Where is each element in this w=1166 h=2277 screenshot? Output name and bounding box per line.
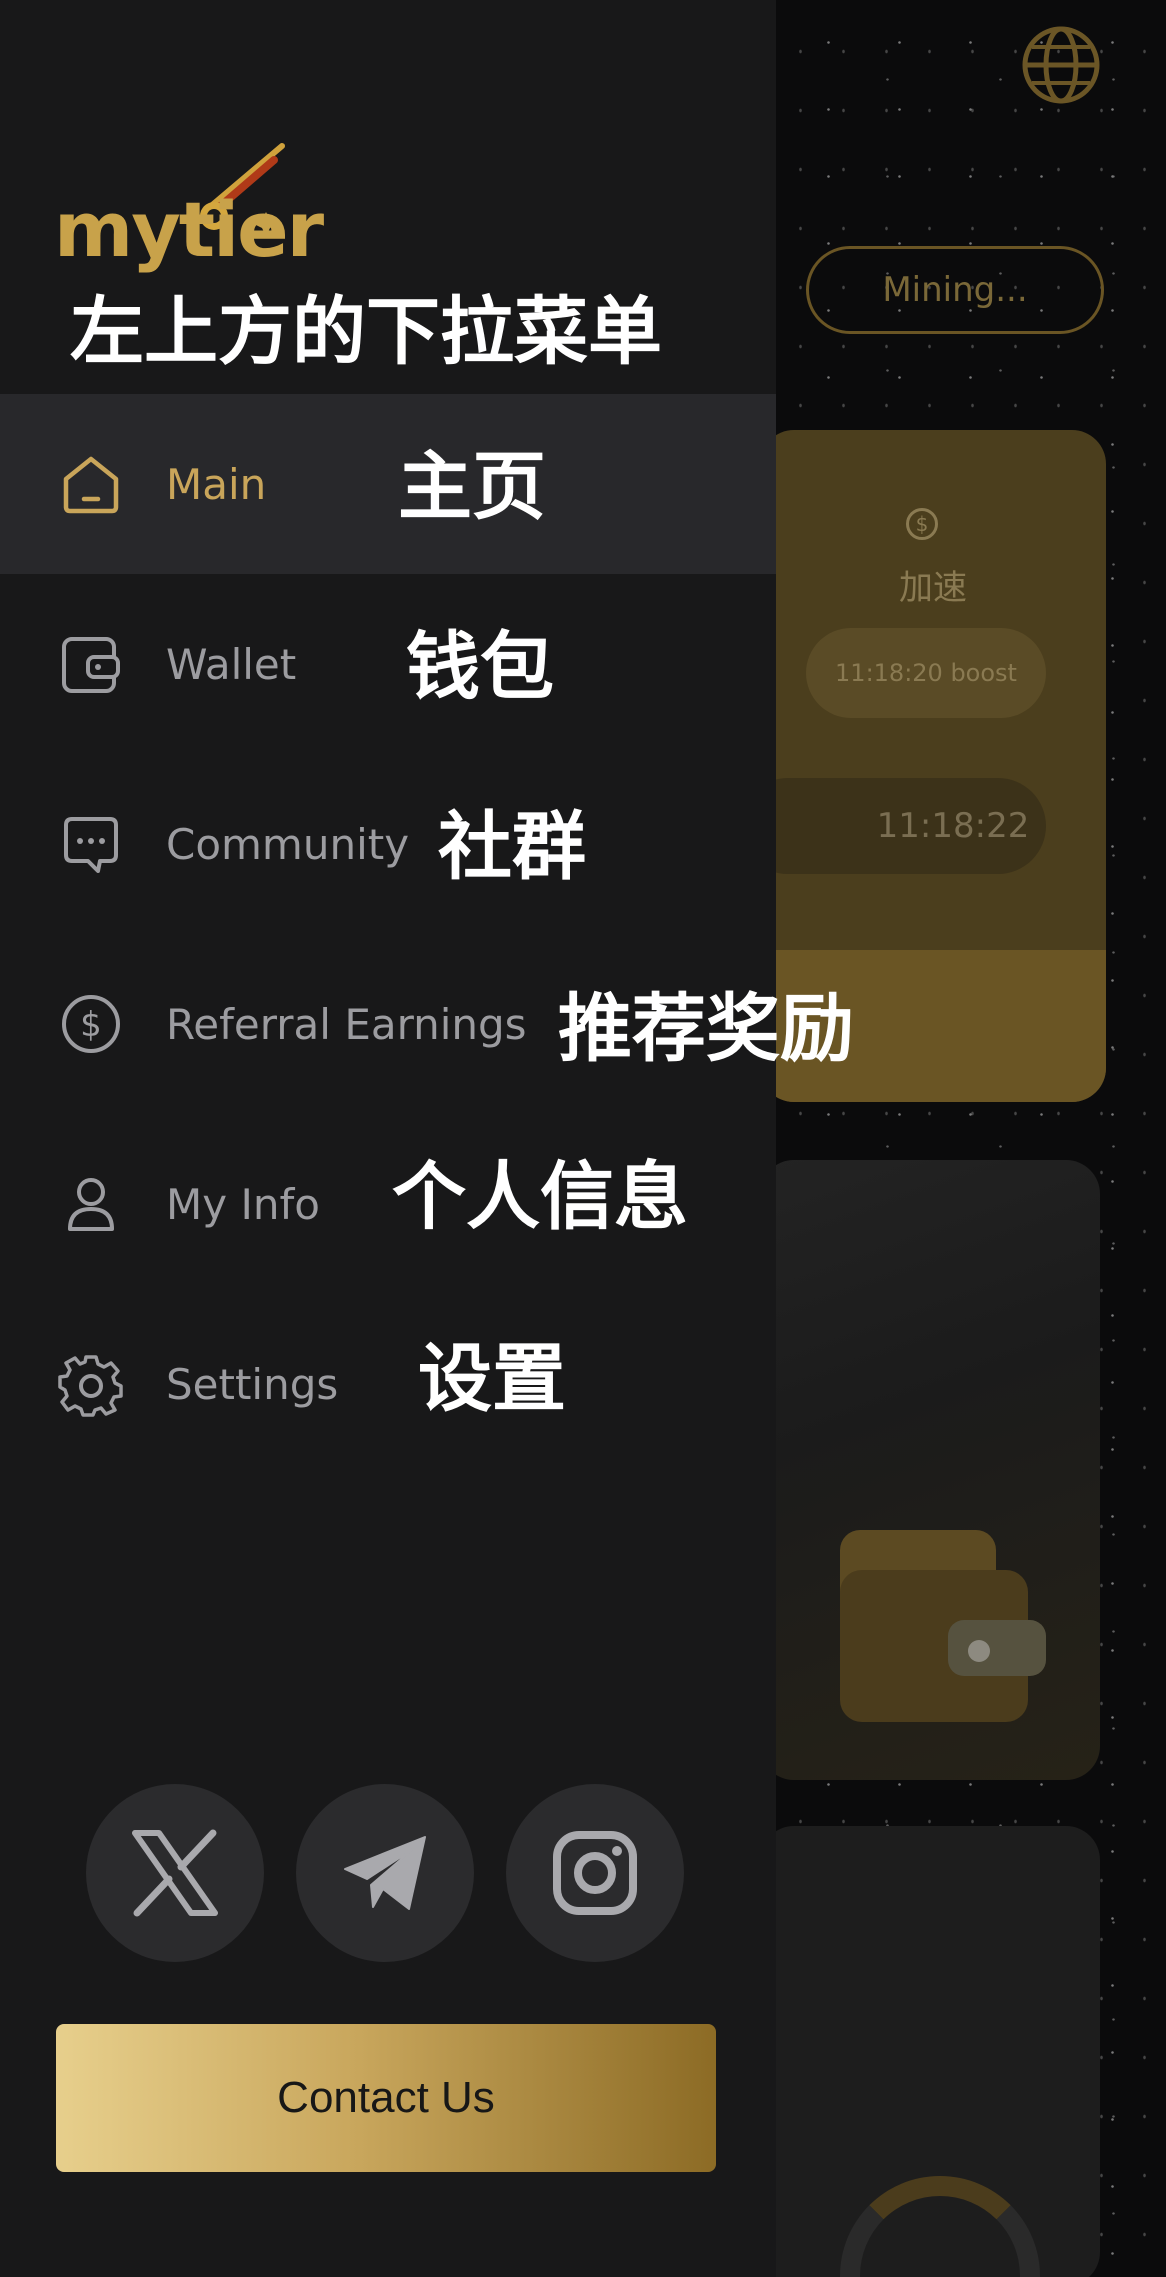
wallet-icon xyxy=(62,637,120,693)
menu-item-community[interactable]: Community 社群 xyxy=(0,754,776,934)
logo-text: mytier xyxy=(54,185,324,274)
wallet-illustration xyxy=(840,1530,1046,1722)
instagram-social-button[interactable] xyxy=(506,1784,684,1962)
contact-us-button[interactable]: Contact Us xyxy=(56,2024,716,2172)
wallet-card[interactable] xyxy=(760,1160,1100,1780)
menu-annotation-wallet: 钱包 xyxy=(406,624,554,710)
telegram-social-button[interactable] xyxy=(296,1784,474,1962)
x-social-button[interactable] xyxy=(86,1784,264,1962)
menu-annotation-my-info: 个人信息 xyxy=(392,1154,688,1240)
countdown-timer: 11:18:22 xyxy=(760,778,1046,874)
globe-icon[interactable] xyxy=(1020,24,1102,106)
coin-icon: $ xyxy=(906,508,938,540)
progress-ring xyxy=(840,2176,1040,2277)
menu-item-settings[interactable]: Settings 设置 xyxy=(0,1294,776,1474)
menu-label-main: Main xyxy=(166,459,267,509)
menu-label-referral-earnings: Referral Earnings xyxy=(166,999,527,1049)
menu-item-my-info[interactable]: My Info 个人信息 xyxy=(0,1114,776,1294)
chat-icon xyxy=(64,817,118,873)
menu-label-wallet: Wallet xyxy=(166,639,297,689)
dollar-circle-icon: $ xyxy=(62,995,120,1053)
menu-annotation-community: 社群 xyxy=(438,804,586,890)
user-icon xyxy=(68,1178,114,1231)
mining-status-button[interactable]: Mining... xyxy=(806,246,1104,334)
dropdown-menu-annotation: 左上方的下拉菜单 xyxy=(70,289,662,375)
side-drawer: mytier 左上方的下拉菜单 Main 主页 Wallet 钱包 Commun… xyxy=(0,0,854,2277)
stats-card[interactable] xyxy=(760,1826,1100,2277)
menu-annotation-settings: 设置 xyxy=(418,1336,566,1422)
menu-label-community: Community xyxy=(166,819,410,869)
menu-annotation-referral-earnings: 推荐奖励 xyxy=(558,986,854,1072)
app-screen: Mining... $ 加速 11:18:20 boost 11:18:22 m… xyxy=(0,0,1166,2277)
home-icon xyxy=(63,456,119,514)
menu-item-wallet[interactable]: Wallet 钱包 xyxy=(0,574,776,754)
menu-annotation-main: 主页 xyxy=(398,444,546,530)
svg-text:$: $ xyxy=(80,1005,102,1045)
menu-label-my-info: My Info xyxy=(166,1179,320,1229)
mytier-logo: mytier xyxy=(54,140,324,290)
x-icon xyxy=(132,1829,218,1917)
menu-label-settings: Settings xyxy=(166,1359,339,1409)
telegram-icon xyxy=(344,1836,426,1910)
boost-button[interactable]: 11:18:20 boost xyxy=(806,628,1046,718)
gear-icon xyxy=(58,1355,123,1417)
instagram-icon xyxy=(553,1831,637,1915)
menu-item-referral-earnings[interactable]: $ Referral Earnings 推荐奖励 xyxy=(0,934,854,1114)
boost-label: 加速 xyxy=(899,568,967,608)
menu-item-main[interactable]: Main 主页 xyxy=(0,394,776,574)
